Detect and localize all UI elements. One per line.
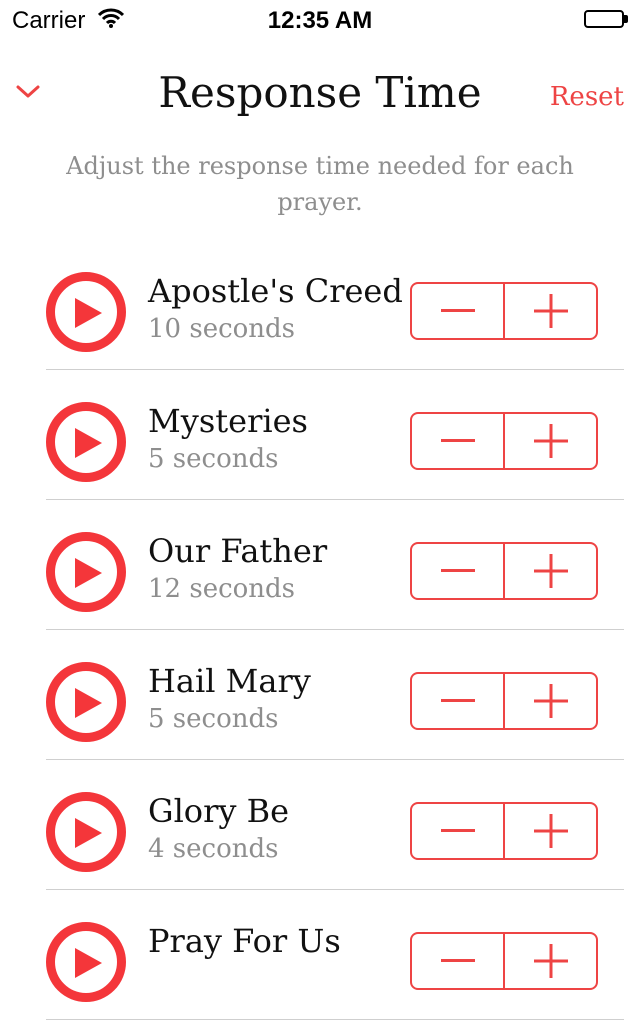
- page-title: Response Time: [158, 68, 482, 117]
- decrease-button[interactable]: [412, 674, 505, 728]
- prayer-duration: 5 seconds: [148, 704, 279, 734]
- prayer-name: Glory Be: [148, 792, 290, 830]
- prayer-name: Hail Mary: [148, 662, 311, 700]
- duration-stepper: [410, 282, 598, 340]
- prayer-row: Mysteries 5 seconds: [0, 370, 640, 500]
- increase-button[interactable]: [505, 674, 596, 728]
- prayer-list: Apostle's Creed 10 seconds Mysteries 5 seco…: [0, 240, 640, 1020]
- duration-stepper: [410, 802, 598, 860]
- status-time: 12:35 AM: [267, 7, 373, 34]
- decrease-button[interactable]: [412, 284, 505, 338]
- prayer-duration: 4 seconds: [148, 834, 279, 864]
- increase-button[interactable]: [505, 284, 596, 338]
- prayer-row: Hail Mary 5 seconds: [0, 630, 640, 760]
- play-button[interactable]: [46, 532, 126, 612]
- play-button[interactable]: [46, 272, 126, 352]
- decrease-button[interactable]: [412, 414, 505, 468]
- prayer-name: Our Father: [148, 532, 328, 570]
- prayer-duration: 10 seconds: [148, 314, 296, 344]
- duration-stepper: [410, 932, 598, 990]
- duration-stepper: [410, 542, 598, 600]
- reset-button[interactable]: Reset: [550, 82, 624, 112]
- prayer-row: Glory Be 4 seconds: [0, 760, 640, 890]
- status-bar: Carrier 12:35 AM: [0, 0, 640, 40]
- prayer-row: Pray For Us: [0, 890, 640, 1020]
- increase-button[interactable]: [505, 544, 596, 598]
- decrease-button[interactable]: [412, 804, 505, 858]
- duration-stepper: [410, 672, 598, 730]
- increase-button[interactable]: [505, 804, 596, 858]
- prayer-duration: 5 seconds: [148, 444, 279, 474]
- battery-icon: [584, 10, 628, 28]
- play-button[interactable]: [46, 922, 126, 1002]
- prayer-name: Pray For Us: [148, 922, 341, 960]
- duration-stepper: [410, 412, 598, 470]
- play-button[interactable]: [46, 662, 126, 742]
- prayer-row: Apostle's Creed 10 seconds: [0, 240, 640, 370]
- prayer-name: Mysteries: [148, 402, 308, 440]
- decrease-button[interactable]: [412, 934, 505, 988]
- prayer-duration: 12 seconds: [148, 574, 296, 604]
- page-description: Adjust the response time needed for each…: [66, 152, 574, 216]
- increase-button[interactable]: [505, 934, 596, 988]
- prayer-name: Apostle's Creed: [148, 272, 403, 310]
- nav-bar: Response Time Reset: [0, 40, 640, 144]
- increase-button[interactable]: [505, 414, 596, 468]
- play-button[interactable]: [46, 792, 126, 872]
- prayer-row: Our Father 12 seconds: [0, 500, 640, 630]
- play-button[interactable]: [46, 402, 126, 482]
- decrease-button[interactable]: [412, 544, 505, 598]
